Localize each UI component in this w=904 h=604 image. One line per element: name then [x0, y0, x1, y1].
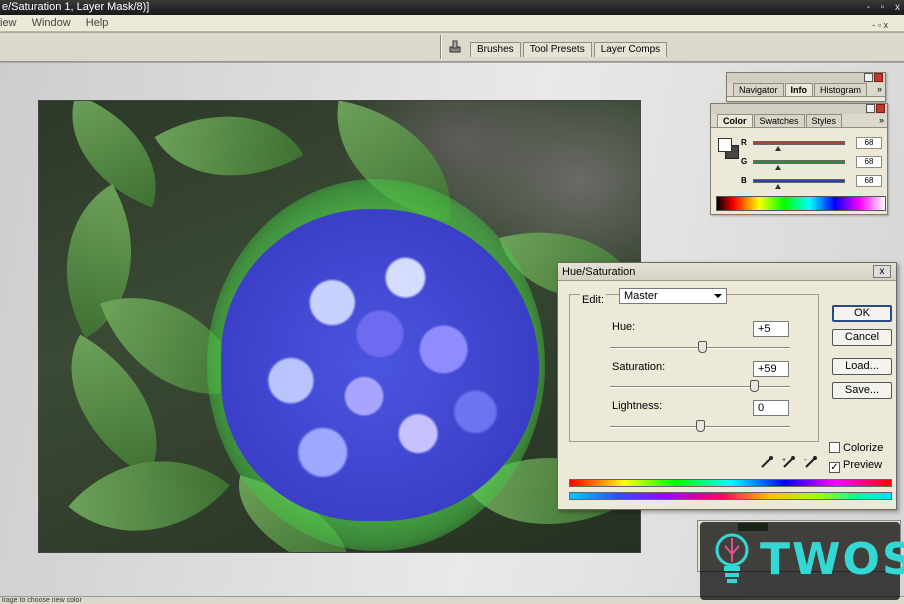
tab-swatches[interactable]: Swatches — [753, 114, 805, 127]
eyedropper-plus-icon[interactable]: + — [782, 455, 796, 469]
save-button[interactable]: Save... — [832, 382, 892, 399]
saturation-slider-thumb[interactable] — [750, 380, 759, 392]
close-icon[interactable] — [874, 73, 883, 82]
minimize-icon[interactable] — [866, 104, 875, 113]
svg-text:+: + — [782, 457, 786, 464]
menu-view[interactable]: iew — [0, 17, 17, 29]
tab-styles[interactable]: Styles — [805, 114, 843, 127]
document-controls[interactable]: - ▫ x — [872, 17, 888, 34]
output-color-ramp — [569, 492, 892, 500]
ok-button[interactable]: OK — [832, 305, 892, 322]
stamp-icon[interactable] — [447, 38, 463, 54]
red-slider-track[interactable] — [753, 141, 845, 145]
preview-checkbox[interactable]: ✓ Preview — [829, 459, 882, 473]
menu-window[interactable]: Window — [32, 17, 71, 29]
blue-value-field[interactable]: 68 — [856, 175, 882, 187]
options-bar: Brushes Tool Presets Layer Comps — [0, 33, 904, 62]
hue-label: Hue: — [612, 321, 636, 333]
adjustment-group: Edit: Master Hue: +5 Saturation: +59 Lig… — [569, 288, 819, 442]
green-value-field[interactable]: 68 — [856, 156, 882, 168]
close-button[interactable]: x — [873, 265, 891, 278]
color-tabs: Color Swatches Styles » — [711, 114, 887, 128]
saturation-slider-track[interactable] — [610, 386, 790, 388]
load-button[interactable]: Load... — [832, 358, 892, 375]
tab-brushes[interactable]: Brushes — [470, 42, 521, 57]
color-ramp[interactable] — [716, 196, 886, 211]
tab-navigator[interactable]: Navigator — [733, 83, 784, 96]
lightness-value-field[interactable]: 0 — [753, 400, 789, 416]
saturation-value-field[interactable]: +59 — [753, 361, 789, 377]
tab-info[interactable]: Info — [784, 83, 814, 96]
preview-box[interactable]: ✓ — [829, 462, 840, 473]
watermark-text: TWOS — [760, 534, 904, 585]
tab-histogram[interactable]: Histogram — [814, 83, 868, 96]
preview-label: Preview — [843, 459, 883, 471]
hue-slider-thumb[interactable] — [697, 341, 707, 353]
tab-color[interactable]: Color — [717, 114, 753, 127]
menu-bar: iew Window Help - ▫ x — [0, 15, 904, 32]
panel-menu-icon[interactable]: » — [879, 115, 884, 125]
hydrangea-flower — [221, 209, 539, 521]
input-color-ramp — [569, 479, 892, 487]
panel-header — [711, 104, 887, 114]
hue-saturation-dialog: Hue/Saturation x Edit: Master Hue: +5 Sa… — [557, 262, 897, 510]
eyedropper-minus-icon[interactable]: - — [804, 455, 818, 469]
green-label: G — [741, 157, 748, 166]
status-text: lrage to choose new color — [2, 597, 82, 604]
dialog-title: Hue/Saturation — [558, 263, 896, 281]
lightbulb-icon — [715, 533, 749, 583]
chevron-down-icon — [714, 294, 722, 298]
watermark-logo: TWOS — [700, 522, 904, 600]
navigator-panel: Navigator Info Histogram » — [726, 72, 886, 102]
color-panel: Color Swatches Styles » R 68 G 68 B 68 — [710, 103, 888, 215]
edit-dropdown[interactable]: Master — [619, 288, 727, 304]
close-icon[interactable] — [876, 104, 885, 113]
blue-label: B — [741, 176, 747, 185]
red-label: R — [741, 138, 747, 147]
green-channel-row: G 68 — [741, 156, 887, 170]
options-separator — [440, 35, 442, 59]
navigator-tabs: Navigator Info Histogram » — [727, 83, 885, 97]
colorize-label: Colorize — [843, 442, 884, 454]
panel-menu-icon[interactable]: » — [877, 84, 882, 94]
blue-slider-thumb[interactable] — [774, 184, 781, 189]
red-value-field[interactable]: 68 — [856, 137, 882, 149]
tab-layer-comps[interactable]: Layer Comps — [593, 42, 668, 57]
green-slider-track[interactable] — [753, 160, 845, 164]
svg-text:-: - — [804, 455, 807, 464]
blue-slider-track[interactable] — [753, 179, 845, 183]
window-title: e/Saturation 1, Layer Mask/8)] — [2, 1, 150, 13]
palette-well-tabs: Brushes Tool Presets Layer Comps — [470, 42, 669, 59]
red-slider-thumb[interactable] — [774, 146, 781, 151]
minimize-icon[interactable] — [864, 73, 873, 82]
foreground-color-swatch[interactable] — [718, 138, 732, 152]
panel-header — [727, 73, 885, 83]
menu-help[interactable]: Help — [86, 17, 109, 29]
colorize-box[interactable] — [829, 442, 840, 453]
tab-tool-presets[interactable]: Tool Presets — [522, 42, 592, 57]
lightness-slider-thumb[interactable] — [696, 420, 705, 432]
green-slider-thumb[interactable] — [774, 165, 781, 170]
edit-label: Edit: — [580, 294, 607, 306]
red-channel-row: R 68 — [741, 137, 887, 151]
saturation-label: Saturation: — [612, 361, 666, 373]
image-canvas[interactable] — [38, 100, 641, 553]
hue-value-field[interactable]: +5 — [753, 321, 789, 337]
colorize-checkbox[interactable]: Colorize — [829, 442, 883, 454]
window-controls[interactable]: - ▫ x — [867, 0, 904, 15]
window-title-bar: e/Saturation 1, Layer Mask/8)] - ▫ x — [0, 0, 904, 15]
cancel-button[interactable]: Cancel — [832, 329, 892, 346]
lightness-label: Lightness: — [612, 400, 663, 412]
edit-dropdown-value: Master — [624, 290, 658, 302]
eyedropper-icon[interactable] — [760, 455, 774, 469]
blue-channel-row: B 68 — [741, 175, 887, 189]
